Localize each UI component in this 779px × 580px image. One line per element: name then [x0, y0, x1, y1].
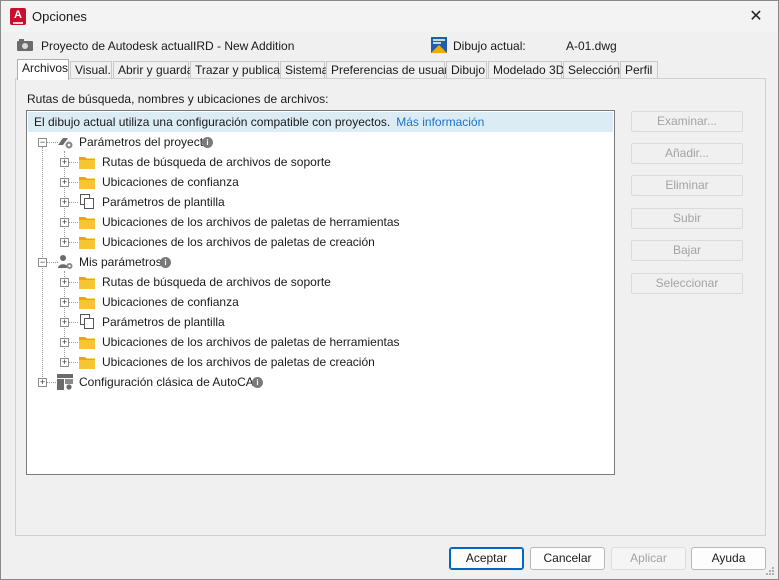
close-icon: ✕ [749, 8, 763, 25]
help-button[interactable]: Ayuda [691, 547, 766, 570]
tab-modelado-3d[interactable]: Modelado 3D [488, 61, 564, 79]
project-icon [17, 39, 33, 51]
expand-icon[interactable]: + [60, 198, 69, 207]
tree-node-authoring-palettes[interactable]: + Ubicaciones de los archivos de paletas… [27, 232, 607, 252]
tab-trazar-y-publicar[interactable]: Trazar y publicar [190, 61, 284, 79]
expand-icon[interactable]: + [60, 318, 69, 327]
tree-node-classic-config[interactable]: + Configuración clásica de AutoCAD i [27, 372, 607, 392]
tree-label: Mis parámetros [79, 255, 162, 269]
project-settings-icon [58, 138, 73, 149]
tab-dibujo[interactable]: Dibujo [446, 61, 487, 79]
folder-icon [79, 357, 95, 369]
tree-node-my-settings[interactable]: − Mis parámetros i [27, 252, 607, 272]
tree-node-project-settings[interactable]: − Parámetros del proyecto i [27, 132, 607, 152]
tree-label: Ubicaciones de los archivos de paletas d… [102, 335, 400, 349]
tree-node-authoring-palettes[interactable]: + Ubicaciones de los archivos de paletas… [27, 352, 607, 372]
ok-button[interactable]: Aceptar [449, 547, 524, 570]
expand-icon[interactable]: + [60, 158, 69, 167]
tree-node-tool-palettes[interactable]: + Ubicaciones de los archivos de paletas… [27, 212, 607, 232]
window-title: Opciones [32, 9, 87, 24]
expand-icon[interactable]: + [38, 378, 47, 387]
autocad-icon: A [10, 8, 26, 25]
folder-icon [79, 297, 95, 309]
files-panel: Rutas de búsqueda, nombres y ubicaciones… [15, 78, 766, 536]
tab-seleccion[interactable]: Selección [563, 61, 620, 79]
browse-button[interactable]: Examinar... [631, 111, 743, 132]
banner-text: El dibujo actual utiliza una configuraci… [34, 115, 391, 129]
tree-label: Configuración clásica de AutoCAD [79, 375, 263, 389]
folder-icon [79, 217, 95, 229]
title-bar: A Opciones ✕ [1, 1, 778, 32]
tab-preferencias-de-usuario[interactable]: Preferencias de usuario [326, 61, 458, 79]
tree-label: Ubicaciones de los archivos de paletas d… [102, 235, 375, 249]
folder-icon [79, 237, 95, 249]
tab-sistema[interactable]: Sistema [280, 61, 328, 79]
select-button[interactable]: Seleccionar [631, 273, 743, 294]
resize-grip-icon[interactable] [765, 566, 775, 576]
info-bar: Proyecto de Autodesk actual: IRD - New A… [17, 37, 757, 55]
expand-icon[interactable]: + [60, 338, 69, 347]
user-settings-icon [58, 255, 73, 269]
tree-node-support-paths[interactable]: + Rutas de búsqueda de archivos de sopor… [27, 272, 607, 292]
collapse-icon[interactable]: − [38, 258, 47, 267]
tree-label: Ubicaciones de confianza [102, 175, 239, 189]
project-label: Proyecto de Autodesk actual: [41, 39, 197, 53]
tree-node-template-settings[interactable]: + Parámetros de plantilla [27, 192, 607, 212]
drawing-label: Dibujo actual: [453, 39, 526, 53]
expand-icon[interactable]: + [60, 238, 69, 247]
drawing-value: A-01.dwg [566, 39, 617, 53]
classic-config-icon [57, 374, 73, 390]
tree-node-template-settings[interactable]: + Parámetros de plantilla [27, 312, 607, 332]
drawing-icon [431, 37, 447, 53]
tree-label: Parámetros de plantilla [102, 315, 225, 329]
folder-icon [79, 177, 95, 189]
remove-button[interactable]: Eliminar [631, 175, 743, 196]
folder-icon [79, 157, 95, 169]
info-icon[interactable]: i [160, 257, 171, 268]
tab-visual[interactable]: Visual. [70, 61, 112, 79]
template-icon [80, 314, 94, 329]
tree-label: Parámetros de plantilla [102, 195, 225, 209]
expand-icon[interactable]: + [60, 278, 69, 287]
close-button[interactable]: ✕ [734, 1, 778, 32]
tree-node-trusted-locations[interactable]: + Ubicaciones de confianza [27, 292, 607, 312]
template-icon [80, 194, 94, 209]
collapse-icon[interactable]: − [38, 138, 47, 147]
apply-button[interactable]: Aplicar [611, 547, 686, 570]
add-button[interactable]: Añadir... [631, 143, 743, 164]
tree-label: Rutas de búsqueda de archivos de soporte [102, 155, 331, 169]
settings-tree[interactable]: El dibujo actual utiliza una configuraci… [26, 110, 615, 475]
move-down-button[interactable]: Bajar [631, 240, 743, 261]
tree-label: Ubicaciones de los archivos de paletas d… [102, 215, 400, 229]
tree-label: Rutas de búsqueda de archivos de soporte [102, 275, 331, 289]
info-icon[interactable]: i [252, 377, 263, 388]
expand-icon[interactable]: + [60, 178, 69, 187]
panel-label: Rutas de búsqueda, nombres y ubicaciones… [27, 92, 329, 106]
cancel-button[interactable]: Cancelar [530, 547, 605, 570]
options-dialog: A Opciones ✕ Proyecto de Autodesk actual… [0, 0, 779, 580]
tree-label: Ubicaciones de confianza [102, 295, 239, 309]
tree-node-tool-palettes[interactable]: + Ubicaciones de los archivos de paletas… [27, 332, 607, 352]
tab-archivos[interactable]: Archivos [17, 59, 69, 80]
folder-icon [79, 337, 95, 349]
project-value: IRD - New Addition [193, 39, 295, 53]
move-up-button[interactable]: Subir [631, 208, 743, 229]
expand-icon[interactable]: + [60, 298, 69, 307]
project-banner: El dibujo actual utiliza una configuraci… [28, 112, 613, 132]
folder-icon [79, 277, 95, 289]
tab-abrir-y-guardar[interactable]: Abrir y guardar [113, 61, 197, 79]
tree-node-trusted-locations[interactable]: + Ubicaciones de confianza [27, 172, 607, 192]
tree-node-support-paths[interactable]: + Rutas de búsqueda de archivos de sopor… [27, 152, 607, 172]
tree-label: Ubicaciones de los archivos de paletas d… [102, 355, 375, 369]
more-info-link[interactable]: Más información [396, 115, 484, 129]
tree-label: Parámetros del proyecto [79, 135, 210, 149]
info-icon[interactable]: i [202, 137, 213, 148]
expand-icon[interactable]: + [60, 218, 69, 227]
tab-perfil[interactable]: Perfil [620, 61, 658, 79]
expand-icon[interactable]: + [60, 358, 69, 367]
